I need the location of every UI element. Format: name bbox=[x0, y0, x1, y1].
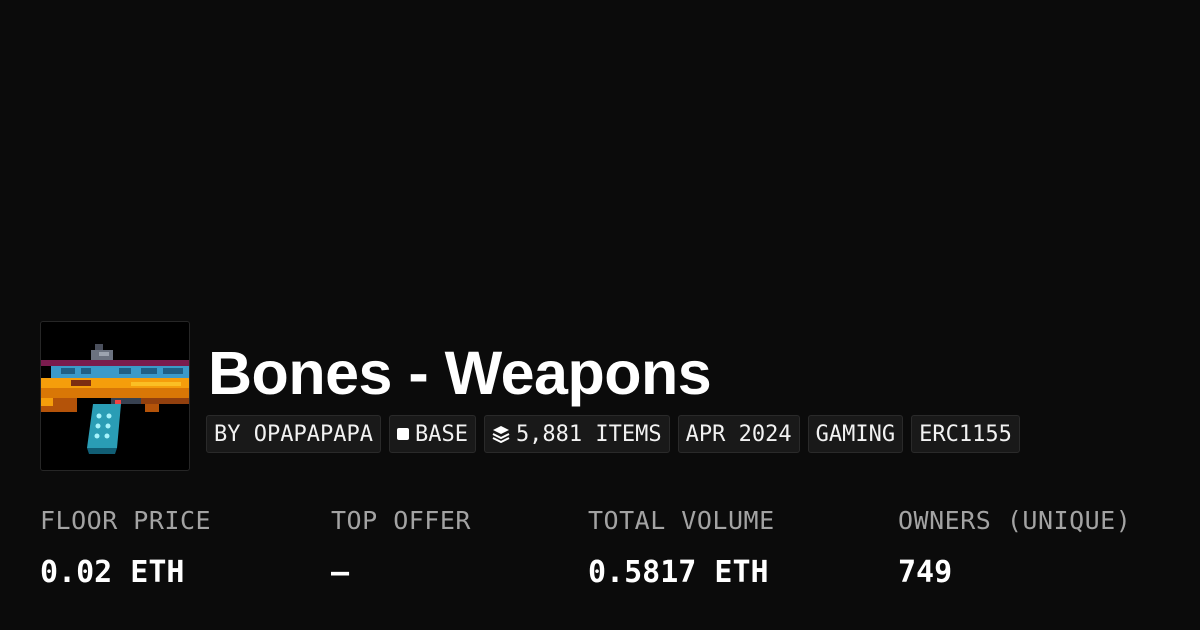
top-offer-stat: TOP OFFER — bbox=[331, 503, 471, 593]
floor-price-value: 0.02 ETH bbox=[40, 555, 185, 590]
floor-price-stat: FLOOR PRICE 0.02 ETH bbox=[40, 503, 211, 593]
date-tag-label: APR 2024 bbox=[685, 421, 792, 447]
collection-tags: BY OPAPAPAPA BASE 5,881 ITEMS APR 2024 G… bbox=[206, 415, 1020, 453]
total-volume-stat: TOTAL VOLUME 0.5817 ETH bbox=[588, 503, 775, 593]
items-tag-label: 5,881 ITEMS bbox=[515, 421, 662, 447]
top-offer-label: TOP OFFER bbox=[331, 506, 471, 535]
top-offer-value: — bbox=[331, 555, 350, 590]
creator-tag-label: BY OPAPAPAPA bbox=[214, 421, 373, 447]
pixel-gun-icon bbox=[41, 344, 189, 454]
standard-tag-label: ERC1155 bbox=[919, 421, 1012, 447]
standard-tag: ERC1155 bbox=[911, 415, 1020, 453]
chain-tag[interactable]: BASE bbox=[388, 415, 476, 453]
chain-tag-label: BASE bbox=[414, 421, 468, 447]
total-volume-label: TOTAL VOLUME bbox=[588, 506, 775, 535]
layers-icon bbox=[492, 425, 510, 443]
collection-stats: FLOOR PRICE 0.02 ETH TOP OFFER — TOTAL V… bbox=[40, 503, 1180, 598]
collection-title: Bones - Weapons bbox=[208, 339, 712, 407]
creator-tag[interactable]: BY OPAPAPAPA bbox=[206, 415, 381, 453]
owners-value: 749 bbox=[898, 555, 953, 590]
floor-price-label: FLOOR PRICE bbox=[40, 506, 212, 535]
category-tag-label: GAMING bbox=[815, 421, 896, 447]
owners-stat: OWNERS (UNIQUE) 749 bbox=[898, 503, 1131, 593]
category-tag[interactable]: GAMING bbox=[807, 415, 904, 453]
square-icon bbox=[396, 428, 409, 440]
items-tag[interactable]: 5,881 ITEMS bbox=[483, 415, 670, 453]
date-tag: APR 2024 bbox=[677, 415, 800, 453]
collection-header: Bones - Weapons BY OPAPAPAPA BASE 5,881 … bbox=[40, 321, 1020, 471]
collection-thumbnail[interactable] bbox=[40, 321, 190, 471]
total-volume-value: 0.5817 ETH bbox=[588, 555, 769, 590]
owners-label: OWNERS (UNIQUE) bbox=[898, 506, 1132, 535]
